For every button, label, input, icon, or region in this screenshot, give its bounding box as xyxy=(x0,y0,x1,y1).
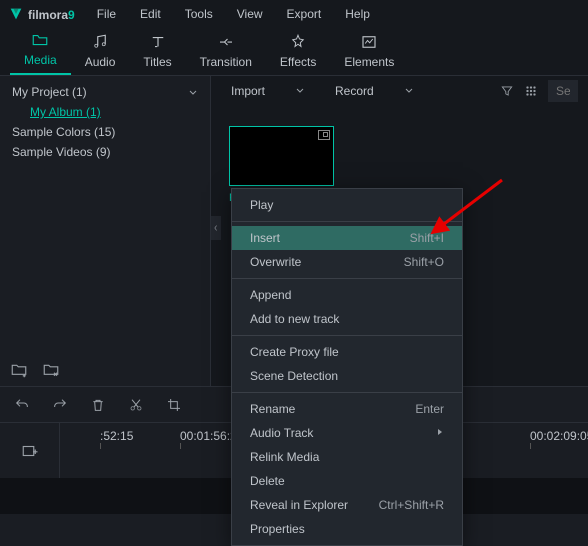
tree-colors[interactable]: Sample Colors (15) xyxy=(0,122,210,142)
menu-edit[interactable]: Edit xyxy=(130,3,171,25)
media-sidebar: My Project (1) My Album (1) Sample Color… xyxy=(0,76,210,386)
chevron-down-icon xyxy=(188,87,198,97)
ruler-tick: 00:02:09:05 xyxy=(530,429,588,443)
menu-help[interactable]: Help xyxy=(335,3,380,25)
ctx-scene-detection[interactable]: Scene Detection xyxy=(232,364,462,388)
filter-icon[interactable] xyxy=(500,84,514,98)
search-input[interactable] xyxy=(548,80,578,102)
redo-icon[interactable] xyxy=(52,397,68,413)
tab-effects[interactable]: Effects xyxy=(266,27,330,75)
tree-project[interactable]: My Project (1) xyxy=(0,82,210,102)
ctx-rename[interactable]: RenameEnter xyxy=(232,397,462,421)
media-thumbnail[interactable] xyxy=(229,126,334,186)
ctx-create-proxy-file[interactable]: Create Proxy file xyxy=(232,340,462,364)
ctx-insert[interactable]: InsertShift+I xyxy=(232,226,462,250)
undo-icon[interactable] xyxy=(14,397,30,413)
app-name: filmora xyxy=(28,8,68,22)
ctx-reveal-in-explorer[interactable]: Reveal in ExplorerCtrl+Shift+R xyxy=(232,493,462,517)
menu-export[interactable]: Export xyxy=(277,3,332,25)
ctx-play[interactable]: Play xyxy=(232,193,462,217)
app-version: 9 xyxy=(68,8,75,22)
submenu-arrow-icon xyxy=(436,426,444,440)
menu-file[interactable]: File xyxy=(87,3,126,25)
ctx-relink-media[interactable]: Relink Media xyxy=(232,445,462,469)
tab-audio[interactable]: Audio xyxy=(71,27,130,75)
context-menu: PlayInsertShift+IOverwriteShift+OAppendA… xyxy=(231,188,463,546)
folder-remove-icon[interactable] xyxy=(42,360,60,378)
ctx-audio-track[interactable]: Audio Track xyxy=(232,421,462,445)
trash-icon[interactable] xyxy=(90,397,106,413)
ctx-separator xyxy=(232,335,462,336)
ctx-overwrite[interactable]: OverwriteShift+O xyxy=(232,250,462,274)
ctx-append[interactable]: Append xyxy=(232,283,462,307)
grid-icon[interactable] xyxy=(524,84,538,98)
ruler-tick: :52:15 xyxy=(100,429,133,443)
import-dropdown[interactable]: Import xyxy=(221,80,315,102)
ctx-separator xyxy=(232,221,462,222)
folder-add-icon[interactable] xyxy=(10,360,28,378)
clip-icon xyxy=(318,130,330,140)
tree-album[interactable]: My Album (1) xyxy=(0,102,210,122)
tree-videos[interactable]: Sample Videos (9) xyxy=(0,142,210,162)
timeline-add[interactable] xyxy=(0,423,60,478)
ctx-separator xyxy=(232,278,462,279)
menubar: filmora9 FileEditToolsViewExportHelp xyxy=(0,0,588,28)
tab-titles[interactable]: Titles xyxy=(129,27,185,75)
chevron-down-icon xyxy=(404,86,414,96)
cut-icon[interactable] xyxy=(128,397,144,413)
category-toolbar: Media Audio Titles Transition Effects El… xyxy=(0,28,588,76)
chevron-down-icon xyxy=(295,86,305,96)
ctx-properties[interactable]: Properties xyxy=(232,517,462,541)
collapse-handle[interactable] xyxy=(211,216,221,240)
crop-icon[interactable] xyxy=(166,397,182,413)
content-toolbar: Import Record xyxy=(211,76,588,106)
app-logo: filmora9 xyxy=(8,6,75,22)
ctx-add-to-new-track[interactable]: Add to new track xyxy=(232,307,462,331)
tab-media[interactable]: Media xyxy=(10,25,71,75)
tab-elements[interactable]: Elements xyxy=(330,27,408,75)
menu-view[interactable]: View xyxy=(227,3,273,25)
tab-transition[interactable]: Transition xyxy=(186,27,266,75)
ctx-delete[interactable]: Delete xyxy=(232,469,462,493)
ctx-separator xyxy=(232,392,462,393)
record-dropdown[interactable]: Record xyxy=(325,80,424,102)
menu-tools[interactable]: Tools xyxy=(175,3,223,25)
